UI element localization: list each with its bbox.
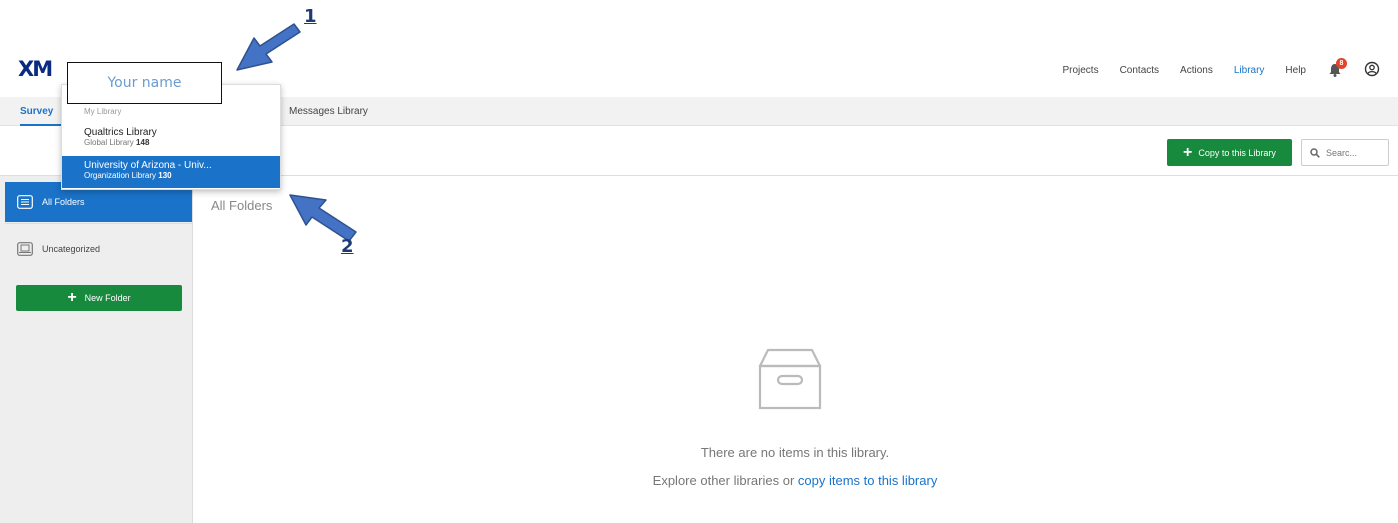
tab-survey-library[interactable]: Survey L xyxy=(20,97,61,126)
search-box[interactable] xyxy=(1301,139,1389,166)
page-title: All Folders xyxy=(211,198,273,213)
all-folders-label: All Folders xyxy=(42,197,85,207)
dropdown-item-my-library[interactable]: My Library xyxy=(84,107,121,116)
notification-badge: 8 xyxy=(1336,58,1347,69)
library-count: 148 xyxy=(136,138,150,147)
top-navigation: Projects Contacts Actions Library Help 8 xyxy=(1062,58,1380,82)
annotation-number-2: 2 xyxy=(341,236,354,257)
nav-library[interactable]: Library xyxy=(1234,65,1265,76)
new-folder-label: New Folder xyxy=(84,293,131,303)
search-input[interactable] xyxy=(1326,147,1376,158)
library-type: Global Library xyxy=(84,138,134,147)
nav-actions[interactable]: Actions xyxy=(1180,65,1213,76)
tab-messages-library[interactable]: Messages Library xyxy=(289,97,368,126)
nav-help[interactable]: Help xyxy=(1285,65,1306,76)
inbox-folder-icon xyxy=(17,242,33,256)
user-menu-button[interactable] xyxy=(1364,61,1380,80)
new-folder-button[interactable]: + New Folder xyxy=(16,285,182,311)
library-name: University of Arizona - Univ... xyxy=(84,160,212,171)
annotation-arrow-1-icon xyxy=(236,23,301,71)
annotation-number-1: 1 xyxy=(304,6,317,27)
explore-message: Explore other libraries or copy items to… xyxy=(0,473,1398,488)
sidebar-divider xyxy=(5,223,192,224)
library-sub-label: Global Library 148 xyxy=(84,138,280,147)
library-type: Organization Library xyxy=(84,171,157,180)
notifications-button[interactable]: 8 xyxy=(1327,58,1347,78)
library-name: Qualtrics Library xyxy=(84,127,157,138)
plus-icon: + xyxy=(1183,143,1193,161)
xm-logo[interactable]: XM xyxy=(18,57,53,81)
list-folder-icon xyxy=(17,195,33,209)
nav-contacts[interactable]: Contacts xyxy=(1120,65,1159,76)
sidebar-item-uncategorized[interactable]: Uncategorized xyxy=(5,229,192,269)
user-account-icon xyxy=(1364,61,1380,76)
nav-projects[interactable]: Projects xyxy=(1062,65,1098,76)
uncategorized-label: Uncategorized xyxy=(42,244,101,254)
folder-sidebar: All Folders Uncategorized + New Folder xyxy=(0,176,193,523)
copy-to-library-label: Copy to this Library xyxy=(1198,147,1276,158)
library-sub-label: Organization Library 130 xyxy=(84,171,280,180)
dropdown-item-qualtrics-library[interactable]: Qualtrics Library Global Library 148 xyxy=(62,127,280,155)
your-name-overlay-box: Your name xyxy=(67,62,222,104)
library-count: 130 xyxy=(158,171,172,180)
copy-items-link[interactable]: copy items to this library xyxy=(798,473,937,488)
copy-to-library-button[interactable]: + Copy to this Library xyxy=(1167,139,1292,166)
plus-icon: + xyxy=(67,289,77,306)
dropdown-item-university-library[interactable]: University of Arizona - Univ... Organiza… xyxy=(62,156,280,188)
search-icon xyxy=(1310,147,1320,158)
empty-library-message: There are no items in this library. xyxy=(700,445,890,460)
explore-text: Explore other libraries or xyxy=(652,473,798,488)
empty-archive-box-icon xyxy=(758,348,822,410)
